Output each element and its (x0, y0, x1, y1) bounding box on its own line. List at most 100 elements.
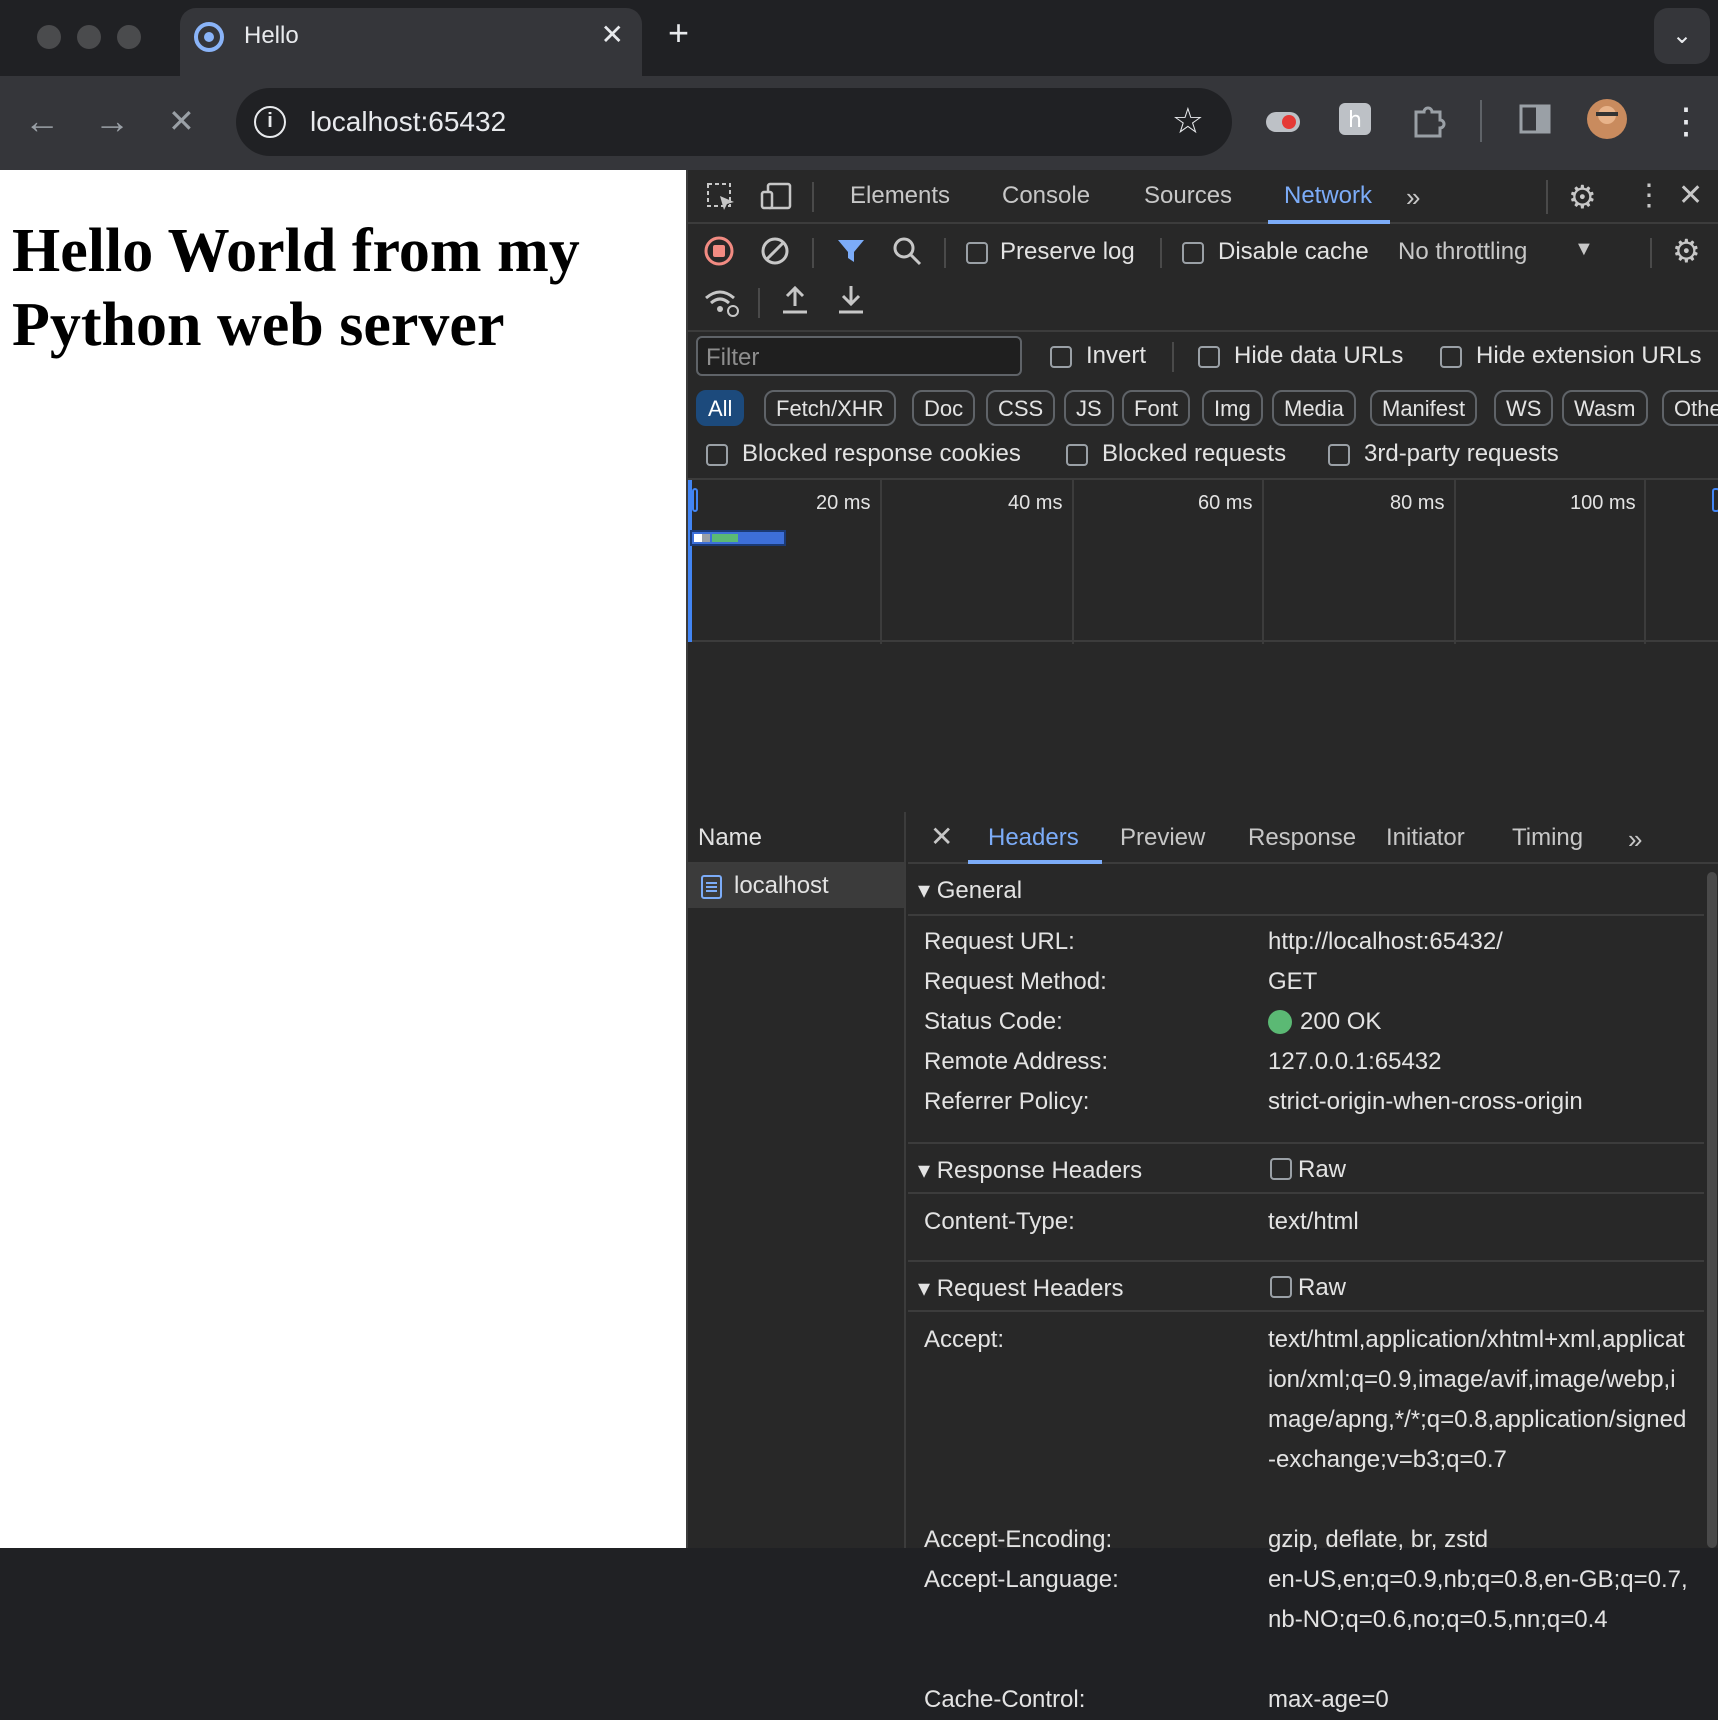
filter-img[interactable]: Img (1202, 390, 1263, 426)
header-key: Request Method: (924, 968, 1107, 995)
header-key: Remote Address: (924, 1048, 1109, 1075)
network-toolbar-secondary (688, 276, 1718, 332)
timeline-gridline (1072, 480, 1074, 644)
header-value: 127.0.0.1:65432 (1268, 1048, 1442, 1075)
network-settings-gear-icon[interactable]: ⚙ (1672, 232, 1701, 270)
request-headers-title-text: Request Headers (936, 1275, 1124, 1302)
tab-initiator[interactable]: Initiator (1386, 824, 1465, 852)
response-raw-checkbox[interactable] (1270, 1158, 1292, 1180)
active-tab-indicator (1268, 220, 1390, 224)
tab-elements[interactable]: Elements (850, 182, 950, 210)
detail-scrollbar[interactable] (1704, 864, 1718, 1548)
address-url[interactable]: localhost:65432 (310, 106, 506, 138)
response-headers-section-header[interactable]: ▾ Response Headers Raw (908, 1142, 1704, 1194)
stop-loading-icon[interactable]: ✕ (168, 102, 195, 140)
request-list: Name localhost (688, 812, 906, 1548)
filter-ws[interactable]: WS (1494, 390, 1554, 426)
blocked-cookies-label: Blocked response cookies (742, 440, 1021, 467)
close-window-dot[interactable] (37, 25, 61, 49)
network-conditions-wifi-icon[interactable] (704, 286, 740, 318)
filter-funnel-icon[interactable] (836, 236, 866, 266)
preserve-log-checkbox[interactable] (966, 242, 988, 264)
maximize-window-dot[interactable] (117, 25, 141, 49)
filter-wasm[interactable]: Wasm (1562, 390, 1648, 426)
site-info-icon[interactable]: i (254, 106, 286, 138)
blocked-requests-checkbox[interactable] (1066, 444, 1088, 466)
tab-search-button[interactable]: ⌄ (1654, 8, 1710, 64)
timeline-tick-label: 60 ms (1198, 492, 1253, 514)
general-section-header[interactable]: ▾ General (908, 864, 1704, 916)
general-title-text: General (936, 877, 1023, 904)
hide-extension-urls-checkbox[interactable] (1440, 346, 1462, 368)
tab-network[interactable]: Network (1284, 182, 1372, 210)
devtools-menu-icon[interactable]: ⋮ (1634, 178, 1664, 213)
request-raw-checkbox[interactable] (1270, 1276, 1292, 1298)
third-party-checkbox[interactable] (1328, 444, 1350, 466)
filter-font[interactable]: Font (1122, 390, 1191, 426)
clear-log-icon[interactable] (760, 236, 790, 266)
web-page-content: Hello World from my Python web server (0, 170, 686, 1548)
close-devtools-icon[interactable]: ✕ (1678, 178, 1703, 213)
timeline-right-grip[interactable] (1712, 488, 1718, 512)
blocked-cookies-checkbox[interactable] (706, 444, 728, 466)
search-icon[interactable] (892, 236, 922, 266)
close-detail-icon[interactable]: ✕ (930, 820, 953, 853)
throttling-select[interactable]: No throttling (1398, 238, 1527, 266)
bookmark-star-icon[interactable]: ☆ (1172, 100, 1204, 142)
filter-manifest[interactable]: Manifest (1370, 390, 1478, 426)
devtools-panel: Elements Console Sources Network » ⚙ ⋮ ✕… (686, 170, 1718, 1713)
device-toolbar-icon[interactable] (760, 182, 794, 212)
tab-preview[interactable]: Preview (1120, 824, 1205, 852)
extension-h-icon[interactable]: h (1338, 102, 1372, 136)
filter-media[interactable]: Media (1272, 390, 1356, 426)
name-column-header[interactable]: Name (698, 824, 762, 852)
filter-input[interactable]: Filter (696, 336, 1022, 376)
tab-console[interactable]: Console (1002, 182, 1090, 210)
request-headers-section-header[interactable]: ▾ Request Headers Raw (908, 1260, 1704, 1312)
tab-title: Hello (244, 22, 299, 49)
import-har-upload-icon[interactable] (780, 284, 810, 316)
export-har-download-icon[interactable] (836, 284, 866, 316)
more-tabs-chevron-icon[interactable]: » (1406, 182, 1420, 213)
filter-all[interactable]: All (696, 390, 745, 426)
browser-menu-icon[interactable]: ⋮ (1668, 100, 1704, 142)
back-arrow-icon[interactable]: ← (24, 100, 60, 142)
request-name: localhost (734, 872, 829, 899)
invert-checkbox[interactable] (1050, 346, 1072, 368)
tab-close-icon[interactable]: ✕ (601, 18, 624, 51)
filter-js[interactable]: JS (1064, 390, 1114, 426)
minimize-window-dot[interactable] (77, 25, 101, 49)
timeline-left-grip[interactable] (692, 488, 698, 512)
header-value: en-US,en;q=0.9,nb;q=0.8,en-GB;q=0.7,nb-N… (1268, 1566, 1688, 1633)
forward-arrow-icon[interactable]: → (94, 100, 130, 142)
request-row[interactable]: localhost (688, 864, 904, 908)
profile-avatar[interactable] (1586, 98, 1628, 140)
network-timeline-overview[interactable]: 20 ms 40 ms 60 ms 80 ms 100 ms (688, 478, 1718, 644)
response-raw-label: Raw (1298, 1156, 1347, 1183)
detail-scrollbar-thumb[interactable] (1707, 872, 1717, 1548)
header-value: strict-origin-when-cross-origin (1268, 1088, 1583, 1115)
filter-css[interactable]: CSS (986, 390, 1056, 426)
tab-timing[interactable]: Timing (1512, 824, 1583, 852)
disable-cache-checkbox[interactable] (1182, 242, 1204, 264)
tab-sources[interactable]: Sources (1144, 182, 1232, 210)
side-panel-icon[interactable] (1518, 102, 1554, 138)
more-detail-tabs-chevron-icon[interactable]: » (1628, 824, 1642, 855)
filter-doc[interactable]: Doc (912, 390, 976, 426)
settings-gear-icon[interactable]: ⚙ (1568, 178, 1597, 216)
filter-other[interactable]: Othe (1662, 390, 1718, 426)
request-detail-panel: ✕ Headers Preview Response Initiator Tim… (908, 812, 1718, 1713)
record-stop-icon[interactable] (704, 236, 734, 266)
extensions-puzzle-icon[interactable] (1410, 102, 1446, 138)
throttling-dropdown-icon[interactable]: ▼ (1574, 238, 1594, 261)
tab-headers[interactable]: Headers (988, 824, 1079, 852)
filter-fetch-xhr[interactable]: Fetch/XHR (764, 390, 896, 426)
inspect-element-icon[interactable] (706, 182, 736, 212)
tab-response[interactable]: Response (1248, 824, 1356, 852)
extension-toggle-icon[interactable] (1264, 108, 1304, 136)
new-tab-button[interactable]: + (668, 12, 689, 54)
browser-tab[interactable]: Hello ✕ (180, 8, 642, 76)
hide-data-urls-checkbox[interactable] (1198, 346, 1220, 368)
address-bar[interactable]: i localhost:65432 ☆ (236, 88, 1232, 156)
header-value: GET (1268, 968, 1318, 995)
